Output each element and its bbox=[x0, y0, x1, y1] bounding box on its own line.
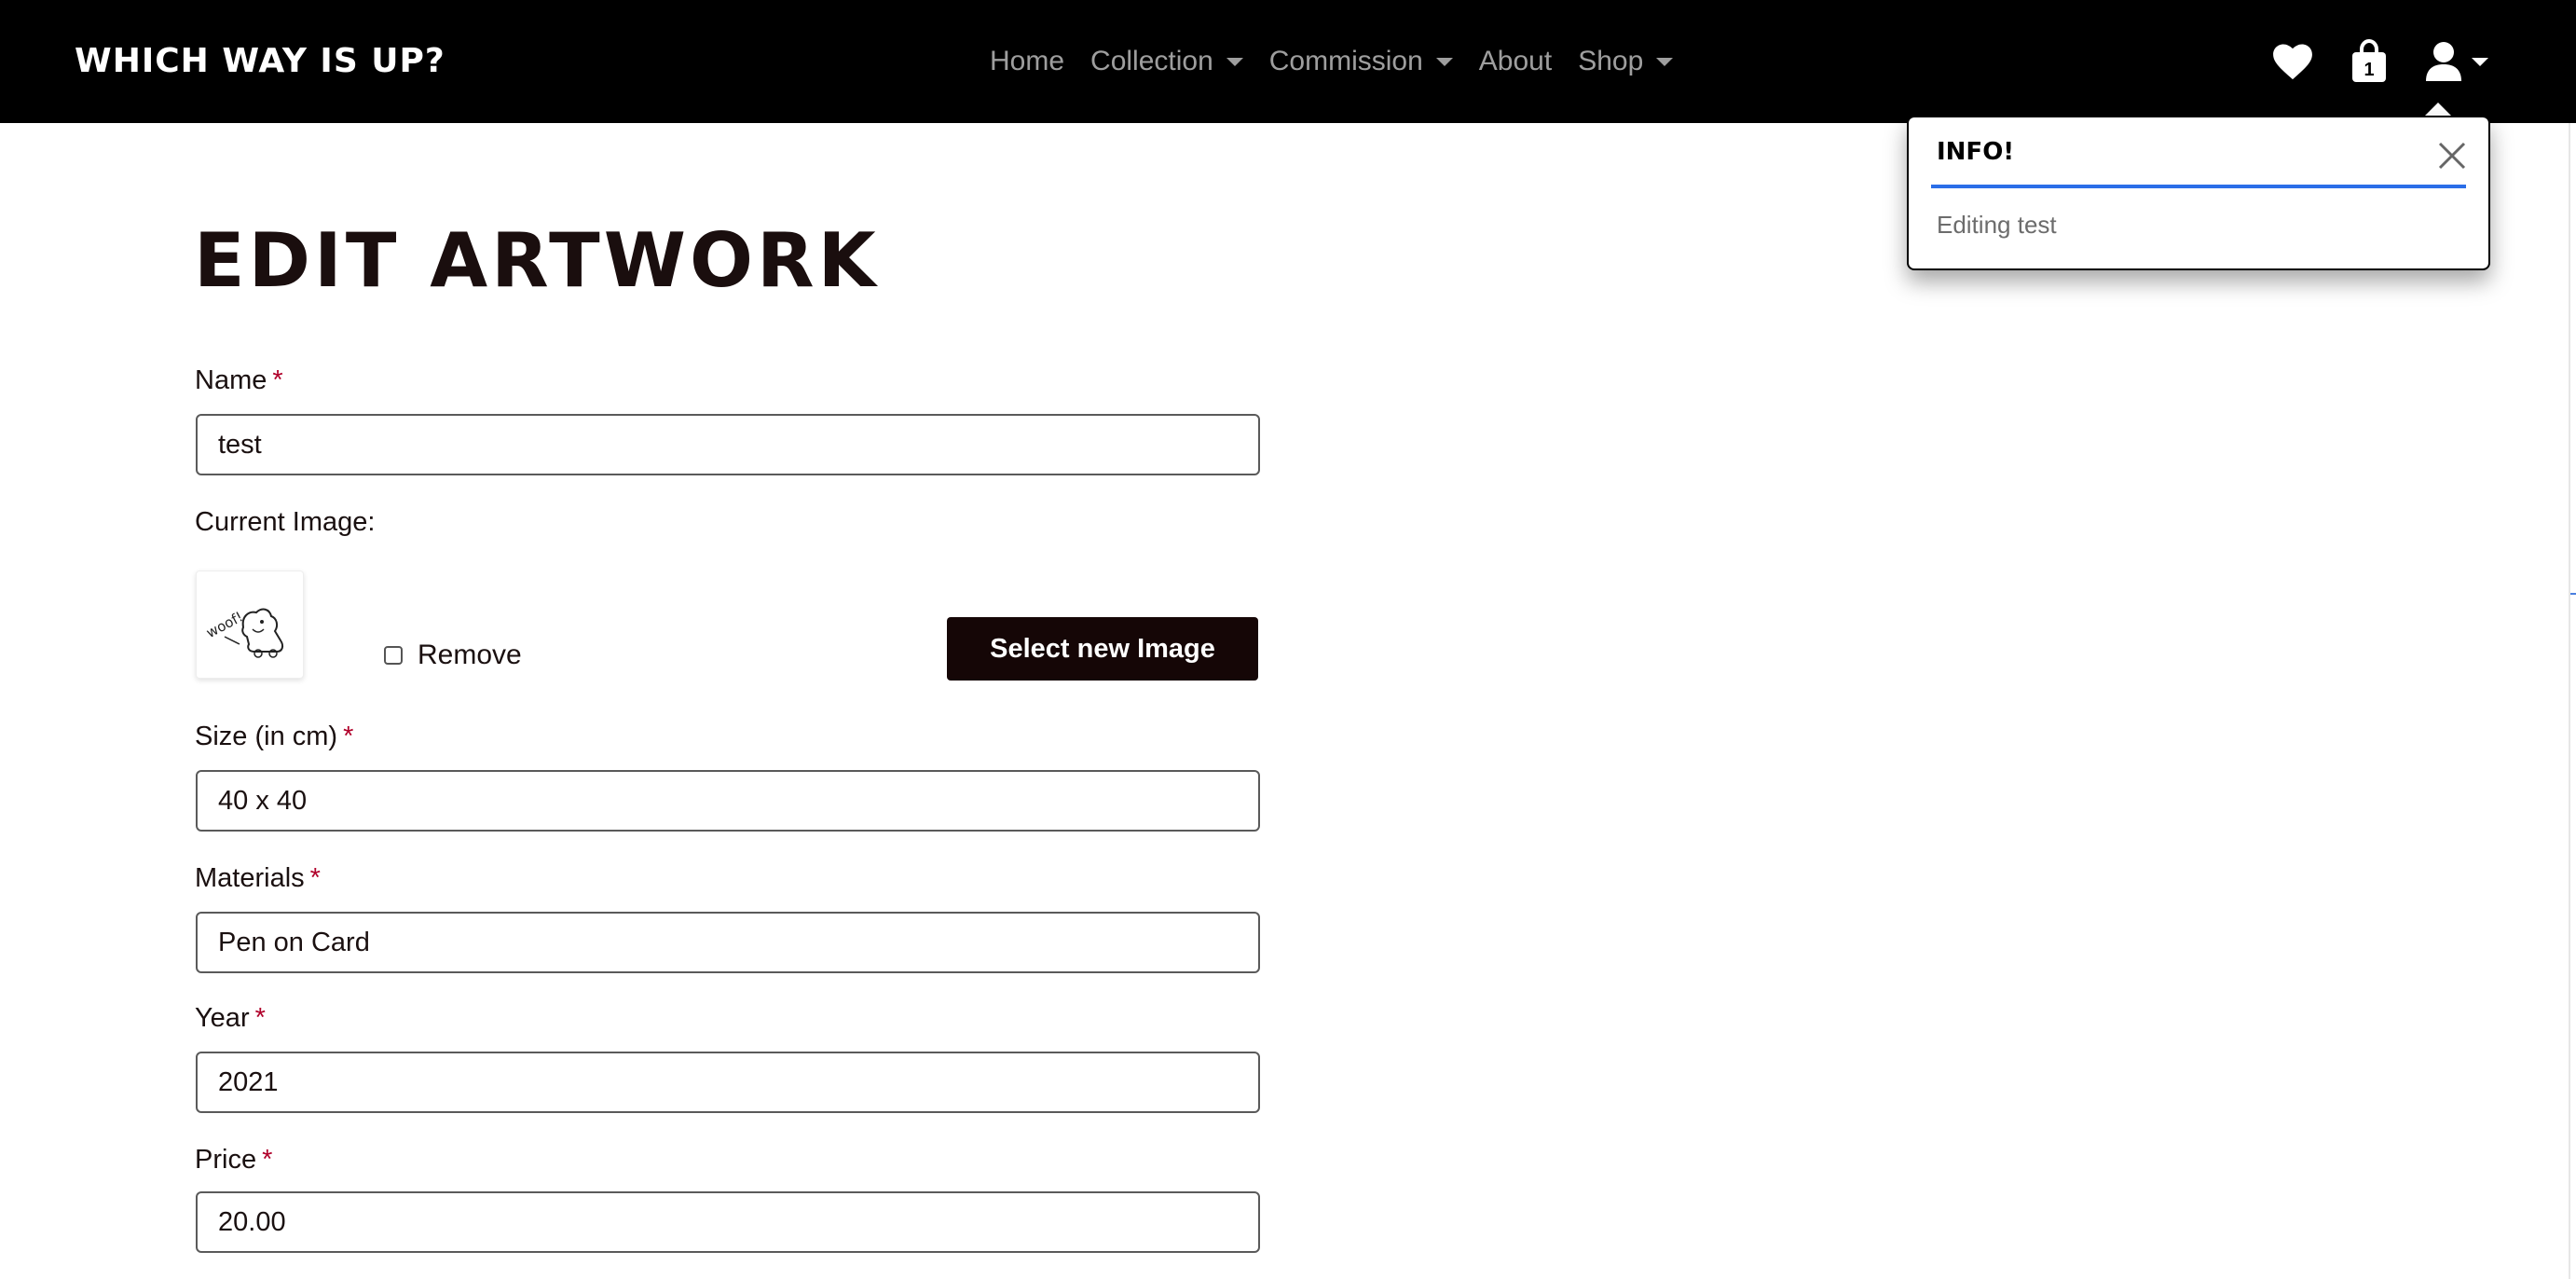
name-label: Name * bbox=[195, 365, 283, 396]
materials-input[interactable] bbox=[196, 912, 1260, 973]
size-label: Size (in cm) * bbox=[195, 722, 353, 752]
year-input[interactable] bbox=[196, 1052, 1260, 1113]
size-input[interactable] bbox=[196, 770, 1260, 832]
price-label: Price * bbox=[195, 1145, 272, 1176]
nav-home[interactable]: Home bbox=[990, 46, 1064, 77]
required-marker: * bbox=[254, 1003, 266, 1033]
remove-image-row: Remove bbox=[384, 640, 522, 671]
nav-home-label: Home bbox=[990, 46, 1065, 76]
required-marker: * bbox=[262, 1145, 273, 1175]
price-input[interactable] bbox=[196, 1191, 1260, 1253]
remove-image-checkbox[interactable] bbox=[384, 646, 403, 665]
thumbnail-text: woof! bbox=[203, 608, 245, 641]
dog-sketch-image: woof! bbox=[203, 608, 284, 658]
name-input[interactable] bbox=[196, 414, 1260, 475]
site-brand[interactable]: Which Way Is Up? bbox=[75, 35, 445, 88]
heart-icon bbox=[2273, 44, 2312, 80]
price-label-text: Price bbox=[195, 1145, 257, 1175]
close-icon bbox=[2438, 142, 2466, 170]
nav-about[interactable]: About bbox=[1479, 46, 1552, 77]
toast-message: Editing test bbox=[1937, 211, 2057, 239]
cart-count-badge: 1 bbox=[2364, 60, 2375, 80]
top-navbar: Which Way Is Up? Home Collection Commiss… bbox=[0, 0, 2576, 123]
main-nav: Home Collection Commission About Shop bbox=[990, 35, 1699, 88]
nav-collection-label: Collection bbox=[1090, 46, 1213, 76]
current-image-label: Current Image: bbox=[195, 507, 376, 537]
account-dropdown[interactable] bbox=[2425, 41, 2488, 82]
nav-shop-label: Shop bbox=[1578, 46, 1644, 76]
cart-icon-wrap: 1 bbox=[2350, 38, 2388, 84]
nav-commission-label: Commission bbox=[1268, 46, 1423, 76]
nav-commission-dropdown[interactable]: Commission bbox=[1269, 46, 1453, 77]
page-title: Edit Artwork bbox=[194, 217, 880, 304]
wishlist-button[interactable] bbox=[2272, 43, 2313, 80]
materials-label: Materials * bbox=[195, 863, 321, 894]
toast-title: Info! bbox=[1937, 138, 2015, 166]
chevron-down-icon bbox=[1656, 57, 1674, 66]
toast-close-button[interactable] bbox=[2436, 140, 2468, 172]
select-new-image-button[interactable]: Select new Image bbox=[947, 617, 1258, 681]
size-label-text: Size (in cm) bbox=[195, 722, 338, 751]
nav-about-label: About bbox=[1478, 46, 1553, 76]
required-marker: * bbox=[272, 365, 283, 395]
remove-image-label[interactable]: Remove bbox=[418, 640, 522, 671]
user-icon bbox=[2426, 42, 2461, 81]
name-label-text: Name bbox=[195, 365, 267, 395]
nav-shop-dropdown[interactable]: Shop bbox=[1578, 46, 1674, 77]
nav-collection-dropdown[interactable]: Collection bbox=[1090, 46, 1243, 77]
materials-label-text: Materials bbox=[195, 863, 305, 893]
info-toast: Info! Editing test bbox=[1907, 116, 2490, 270]
page-scrollbar[interactable] bbox=[2569, 123, 2570, 1279]
chevron-down-icon bbox=[1226, 57, 1243, 66]
scrollbar-marker bbox=[2570, 593, 2576, 595]
chevron-down-icon bbox=[1435, 57, 1453, 66]
year-label: Year * bbox=[195, 1003, 266, 1034]
required-marker: * bbox=[343, 722, 354, 751]
year-label-text: Year bbox=[195, 1003, 250, 1033]
nav-icon-group: 1 bbox=[2235, 34, 2488, 89]
chevron-down-icon bbox=[2472, 57, 2488, 66]
cart-button[interactable]: 1 bbox=[2350, 38, 2388, 84]
required-marker: * bbox=[309, 863, 321, 893]
current-image-thumbnail: woof! bbox=[196, 571, 304, 679]
toast-divider bbox=[1931, 185, 2466, 188]
